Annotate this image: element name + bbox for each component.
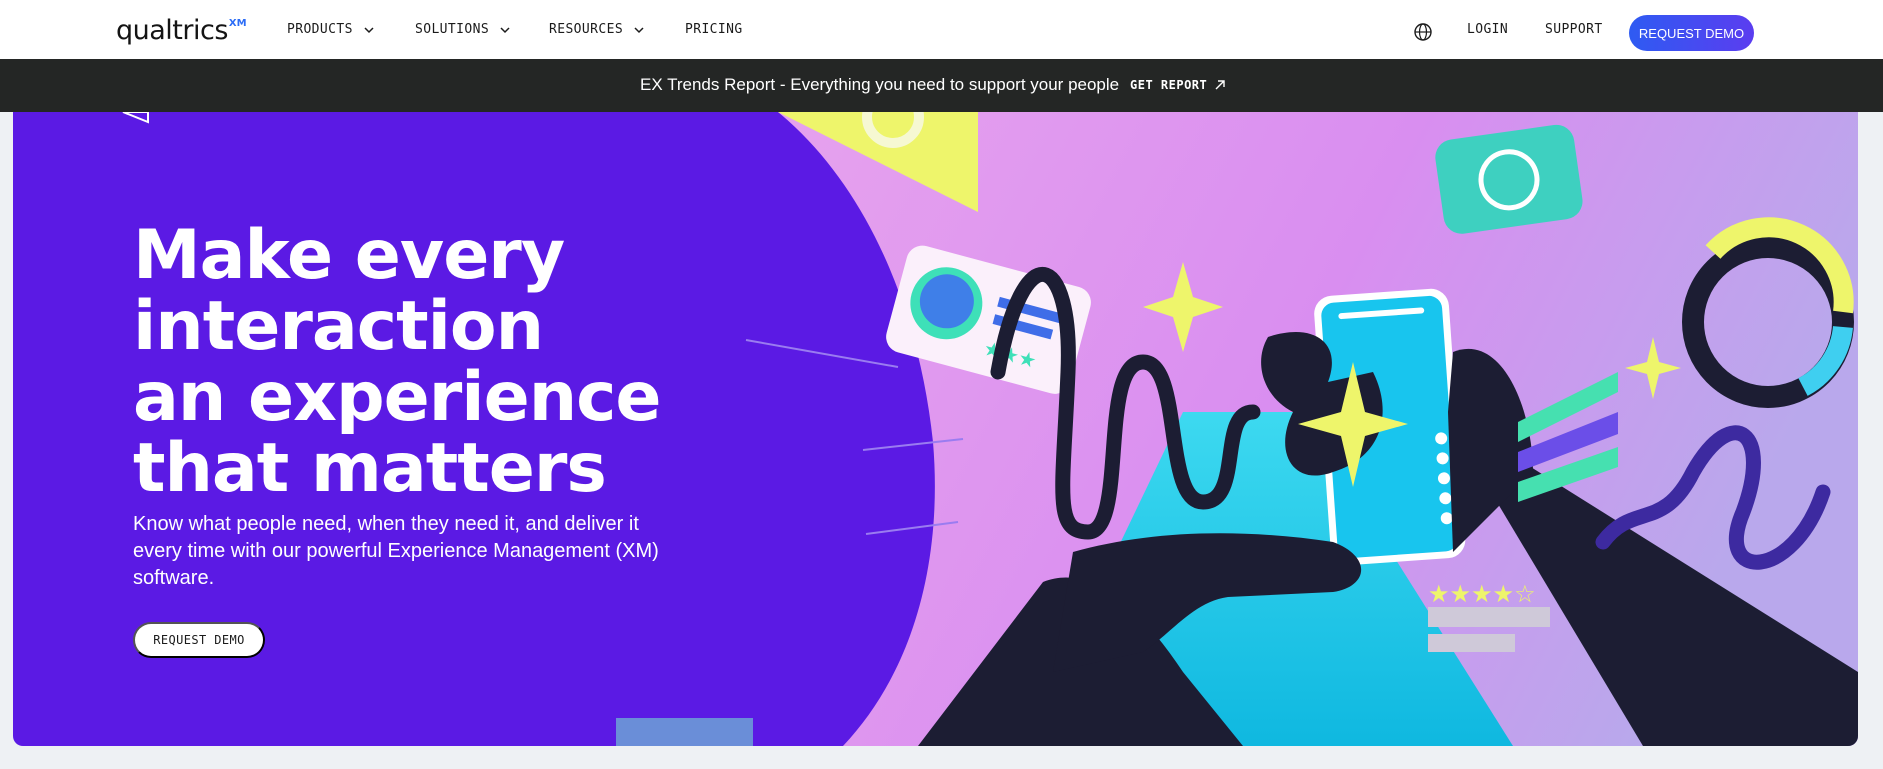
support-label: SUPPORT: [1545, 22, 1603, 37]
nav-solutions[interactable]: SOLUTIONS: [415, 22, 511, 37]
headline-line-3: an experience: [133, 358, 662, 437]
chevron-down-icon: [500, 26, 510, 33]
nav-resources[interactable]: RESOURCES: [549, 22, 645, 37]
logo-xm-badge: XM: [228, 18, 247, 29]
request-demo-button-hero[interactable]: REQUEST DEMO: [133, 622, 265, 658]
headline-line-4: that matters: [133, 429, 607, 508]
hero-headline: Make every interaction an experience tha…: [133, 220, 733, 504]
login-link[interactable]: LOGIN: [1467, 22, 1508, 37]
nav-pricing-label: PRICING: [685, 22, 743, 37]
get-report-link[interactable]: GET REPORT: [1130, 78, 1226, 92]
headline-line-1: Make every: [133, 216, 565, 295]
chevron-down-icon: [364, 26, 374, 33]
logo-wordmark: qualtrics: [116, 15, 228, 46]
svg-text:★★★★☆: ★★★★☆: [1428, 580, 1536, 608]
support-link[interactable]: SUPPORT: [1545, 22, 1603, 37]
hero-section: ★★★ ★★★★☆ Make every interaction an expe…: [13, 112, 1858, 746]
arrow-up-right-icon: [1215, 80, 1225, 90]
request-demo-button-header[interactable]: REQUEST DEMO: [1629, 15, 1754, 51]
top-navigation: qualtricsXM PRODUCTS SOLUTIONS RESOURCES…: [0, 0, 1883, 59]
nav-products[interactable]: PRODUCTS: [287, 22, 375, 37]
globe-icon[interactable]: [1413, 22, 1433, 42]
banner-text: EX Trends Report - Everything you need t…: [640, 75, 1120, 94]
headline-line-2: interaction: [133, 287, 544, 366]
login-label: LOGIN: [1467, 22, 1509, 37]
qualtrics-logo[interactable]: qualtricsXM: [116, 15, 247, 46]
nav-resources-label: RESOURCES: [549, 22, 624, 37]
nav-solutions-label: SOLUTIONS: [415, 22, 490, 37]
nav-products-label: PRODUCTS: [287, 22, 353, 37]
page-background-strip: [0, 746, 1883, 769]
hero-subtext: Know what people need, when they need it…: [133, 513, 659, 589]
announcement-banner: EX Trends Report - Everything you need t…: [0, 59, 1883, 112]
nav-pricing[interactable]: PRICING: [685, 22, 743, 37]
chevron-down-icon: [634, 26, 644, 33]
get-report-label: GET REPORT: [1130, 78, 1208, 92]
